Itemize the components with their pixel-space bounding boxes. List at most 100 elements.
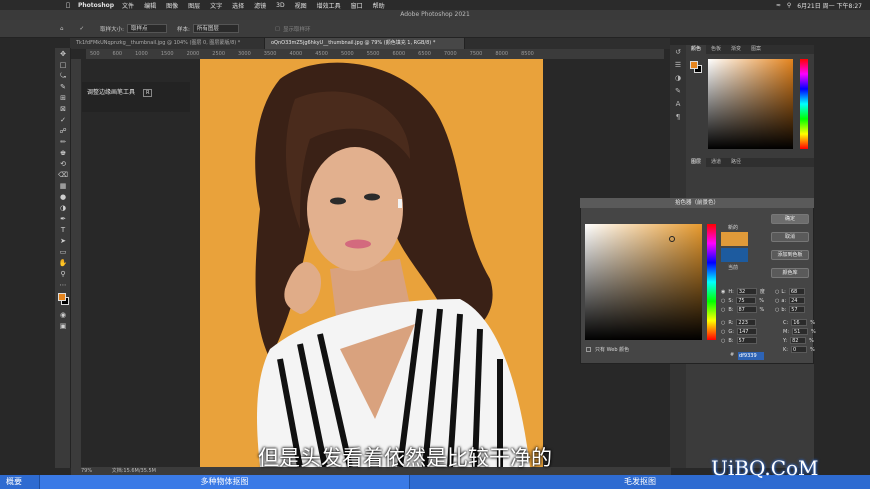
shape-tool-icon[interactable]: ▭ [57,247,69,257]
green-input[interactable]: 147 [736,328,757,335]
color-libraries-button[interactable]: 颜色库 [771,268,809,278]
search-icon[interactable]: ⚲ [787,2,791,9]
more-tools-icon[interactable]: ⋯ [57,280,69,290]
color-picker-cursor[interactable] [669,236,675,242]
tab-color[interactable]: 颜色 [686,45,707,54]
magenta-input[interactable]: 51 [792,328,808,335]
menu-clock[interactable]: 6月21日 周一 下午8:27 [797,1,862,10]
panel-foreground-swatch[interactable] [690,61,698,69]
healing-brush-icon[interactable]: ☍ [57,126,69,136]
move-tool-icon[interactable]: ✥ [57,49,69,59]
tab-document-2[interactable]: oQnO33mZ5jg6hkyU__thumbnail.jpg @ 79% (颜… [265,38,465,49]
tab-document-1[interactable]: Tk1fdFMkUNqpnzkg__thumbnail.jpg @ 104% (… [70,38,265,49]
menu-view[interactable]: 视图 [295,1,307,10]
radio-lab-a[interactable]: ○ [775,298,779,304]
radio-brightness[interactable]: ○ [721,307,725,313]
brightness-input[interactable]: 87 [736,306,757,313]
color-picker-hue-slider[interactable] [707,224,716,340]
quick-mask-icon[interactable]: ◉ [57,310,69,320]
black-input[interactable]: 0 [790,346,807,353]
cancel-button[interactable]: 取消 [771,232,809,242]
menu-image[interactable]: 图像 [166,1,178,10]
adjustments-panel-icon[interactable]: ◑ [672,74,684,84]
sample-layers-select[interactable]: 所有图层 [192,24,239,33]
document-canvas[interactable] [200,59,543,467]
menu-help[interactable]: 帮助 [373,1,385,10]
menu-window[interactable]: 窗口 [351,1,363,10]
history-panel-icon[interactable]: ↺ [672,48,684,58]
lasso-tool-icon[interactable]: ⤿ [57,71,69,81]
character-panel-icon[interactable]: A [672,100,684,110]
tab-gradients[interactable]: 渐变 [726,45,746,54]
radio-lab-b[interactable]: ○ [775,307,779,313]
zoom-tool-icon[interactable]: ⚲ [57,269,69,279]
zoom-level[interactable]: 79% [81,468,92,474]
saturation-input[interactable]: 75 [736,297,757,304]
radio-red[interactable]: ○ [721,320,725,326]
screen-mode-icon[interactable]: ▣ [57,321,69,331]
red-input[interactable]: 223 [736,319,757,326]
menu-edit[interactable]: 编辑 [144,1,156,10]
wifi-icon[interactable]: ≈ [776,2,781,9]
color-panel-field[interactable] [708,59,793,149]
foreground-swatch[interactable] [58,293,66,301]
add-to-swatches-button[interactable]: 添加到色板 [771,250,809,260]
hue-input[interactable]: 32 [736,288,757,295]
history-brush-icon[interactable]: ⟲ [57,159,69,169]
menu-layer[interactable]: 图层 [188,1,200,10]
radio-green[interactable]: ○ [721,329,725,335]
menu-3d[interactable]: 3D [276,2,284,9]
marquee-tool-icon[interactable]: □ [57,60,69,70]
app-menu-photoshop[interactable]: Photoshop [78,2,114,9]
hand-tool-icon[interactable]: ✋ [57,258,69,268]
color-panel-hue-slider[interactable] [800,59,808,149]
radio-blue[interactable]: ○ [721,338,725,344]
blur-tool-icon[interactable]: ● [57,192,69,202]
eraser-tool-icon[interactable]: ⌫ [57,170,69,180]
web-colors-checkbox[interactable] [586,347,591,352]
radio-hue[interactable]: ◉ [721,289,725,295]
color-picker-field[interactable] [585,224,702,340]
tab-swatches[interactable]: 色板 [706,45,726,54]
radio-lab-l[interactable]: ○ [775,289,779,295]
quick-select-tool-icon[interactable]: ✎ [57,82,69,92]
tab-paths[interactable]: 路径 [726,158,746,167]
eyedropper-tool-icon[interactable]: ✓ [80,26,85,32]
ok-button[interactable]: 确定 [771,214,809,224]
menu-select[interactable]: 选择 [232,1,244,10]
tab-channels[interactable]: 通道 [706,158,726,167]
sample-size-select[interactable]: 取样点 [126,24,167,33]
brush-panel-icon[interactable]: ✎ [672,87,684,97]
eyedropper-icon[interactable]: ✓ [57,115,69,125]
chapter-multi-object[interactable]: 多种物体抠图 [40,475,410,489]
frame-tool-icon[interactable]: ⊠ [57,104,69,114]
path-select-icon[interactable]: ➤ [57,236,69,246]
current-color-swatch[interactable] [721,248,748,262]
properties-panel-icon[interactable]: ☰ [672,61,684,71]
menu-plugins[interactable]: 增效工具 [317,1,341,10]
gradient-tool-icon[interactable]: ▦ [57,181,69,191]
dodge-tool-icon[interactable]: ◑ [57,203,69,213]
radio-saturation[interactable]: ○ [721,298,725,304]
type-tool-icon[interactable]: T [57,225,69,235]
yellow-input[interactable]: 82 [790,337,807,344]
lab-b-input[interactable]: 57 [789,306,806,313]
blue-input[interactable]: 57 [736,337,757,344]
tab-layers[interactable]: 图层 [686,158,707,167]
pen-tool-icon[interactable]: ✒ [57,214,69,224]
paragraph-panel-icon[interactable]: ¶ [672,113,684,123]
fg-bg-colors[interactable] [57,291,69,309]
apple-icon[interactable]:  [64,2,72,9]
menu-file[interactable]: 文件 [122,1,134,10]
brush-tool-icon[interactable]: ✏ [57,137,69,147]
hex-input[interactable]: df9339 [738,352,764,360]
menu-filter[interactable]: 滤镜 [254,1,266,10]
menu-type[interactable]: 文字 [210,1,222,10]
lab-a-input[interactable]: 24 [789,297,806,304]
lab-l-input[interactable]: 68 [788,288,805,295]
home-icon[interactable]: ⌂ [60,26,64,32]
clone-stamp-icon[interactable]: ♚ [57,148,69,158]
tab-patterns[interactable]: 图案 [746,45,766,54]
cyan-input[interactable]: 16 [791,319,808,326]
show-sampling-ring-checkbox[interactable]: ▢ [275,26,280,32]
